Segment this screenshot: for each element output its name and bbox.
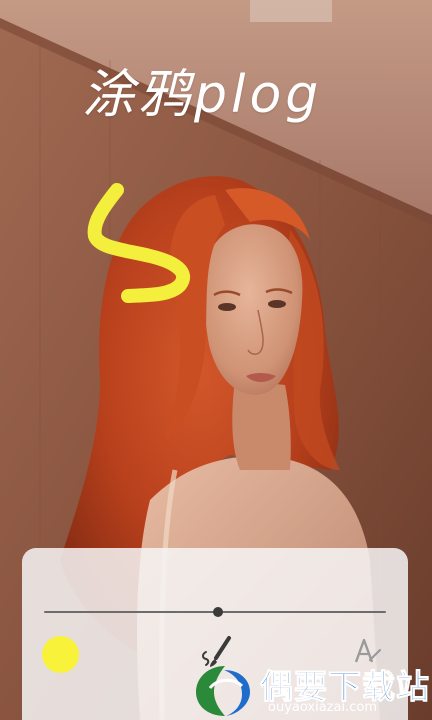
brush-color-swatch[interactable] [42,636,79,673]
watermark-logo-icon [196,666,250,716]
watermark-text-en: ouyaoxiazai.com [268,700,377,715]
page-title: 涂鸦plog [82,65,323,125]
